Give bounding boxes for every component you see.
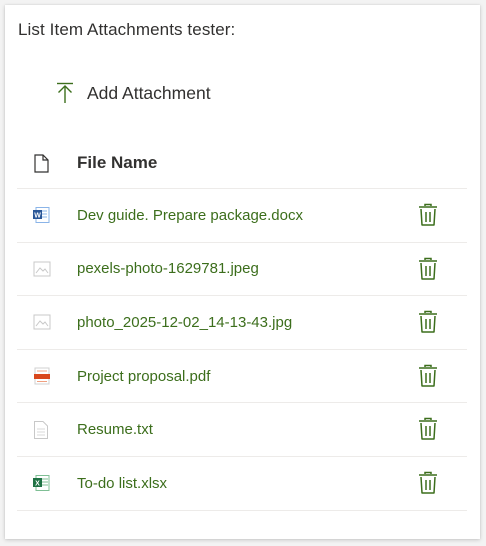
document-icon [34, 153, 49, 173]
upload-icon [57, 82, 73, 103]
svg-text:X: X [35, 481, 40, 488]
image-file-icon [33, 314, 51, 330]
text-file-icon [34, 420, 48, 439]
trash-icon[interactable] [417, 310, 439, 334]
file-type-cell [17, 420, 77, 439]
file-name-link[interactable]: Resume.txt [77, 421, 153, 438]
file-name-link[interactable]: To-do list.xlsx [77, 475, 167, 492]
excel-file-icon: X [33, 475, 50, 492]
svg-text:W: W [34, 213, 41, 220]
file-type-cell [17, 261, 77, 277]
table-row: X To-do list.xlsx [17, 457, 467, 511]
attachments-table: File Name W Dev guide. Prepare package.d… [17, 138, 467, 511]
word-file-icon: W [33, 207, 50, 224]
file-name-link[interactable]: Dev guide. Prepare package.docx [77, 207, 303, 224]
attachments-card: List Item Attachments tester: Add Attach… [5, 5, 480, 539]
add-attachment-button[interactable]: Add Attachment [55, 77, 211, 109]
file-name-link[interactable]: Project proposal.pdf [77, 368, 210, 385]
table-row: Project proposal.pdf [17, 350, 467, 404]
column-header-file-name[interactable]: File Name [77, 153, 157, 173]
page-title: List Item Attachments tester: [18, 20, 236, 39]
file-name-link[interactable]: pexels-photo-1629781.jpeg [77, 260, 259, 277]
image-file-icon [33, 261, 51, 277]
trash-icon[interactable] [417, 203, 439, 227]
file-type-cell [17, 367, 77, 385]
table-row: pexels-photo-1629781.jpeg [17, 243, 467, 297]
file-name-link[interactable]: photo_2025-12-02_14-13-43.jpg [77, 314, 292, 331]
trash-icon[interactable] [417, 471, 439, 495]
table-row: W Dev guide. Prepare package.docx [17, 189, 467, 243]
file-type-cell: W [17, 207, 77, 224]
table-row: Resume.txt [17, 403, 467, 457]
pdf-file-icon [34, 367, 50, 385]
trash-icon[interactable] [417, 364, 439, 388]
add-attachment-label: Add Attachment [87, 82, 211, 103]
file-type-column-header[interactable] [17, 153, 77, 173]
file-type-cell [17, 314, 77, 330]
table-header: File Name [17, 138, 467, 189]
table-row: photo_2025-12-02_14-13-43.jpg [17, 296, 467, 350]
trash-icon[interactable] [417, 417, 439, 441]
trash-icon[interactable] [417, 257, 439, 281]
file-type-cell: X [17, 475, 77, 492]
